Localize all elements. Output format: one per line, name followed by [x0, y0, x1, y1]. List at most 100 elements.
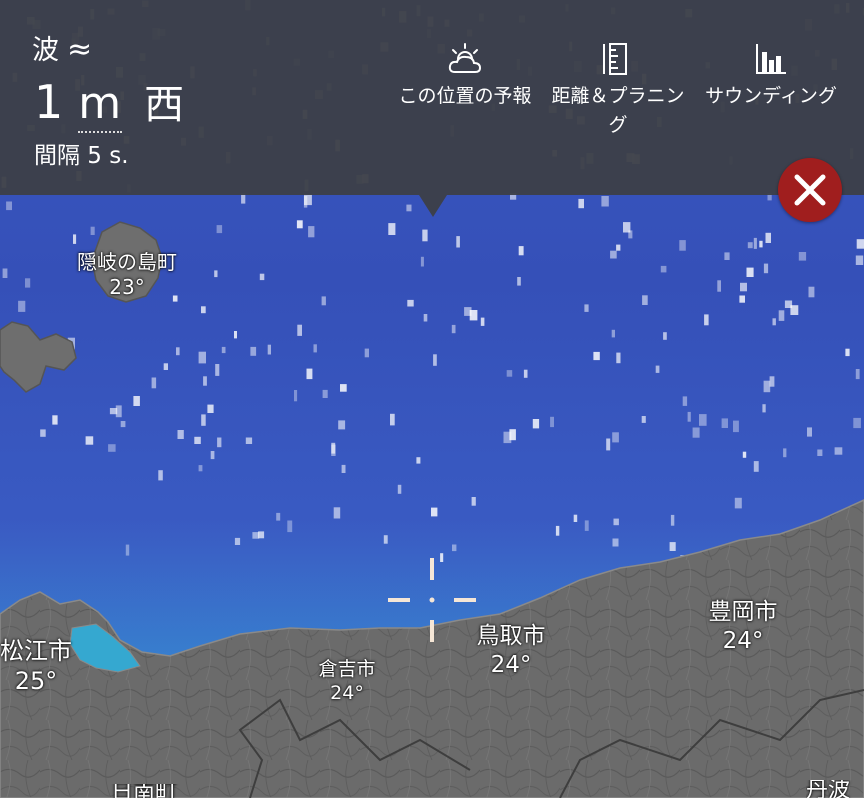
forecast-for-location-button[interactable]: この位置の予報 — [390, 42, 540, 111]
city-oki[interactable]: 隠岐の島町 23° — [62, 250, 192, 300]
wave-particle — [610, 250, 617, 259]
city-temp: 24° — [330, 681, 364, 704]
bar-chart-icon — [756, 44, 786, 74]
wave-particle — [613, 518, 619, 526]
wave-particle — [85, 436, 94, 445]
city-nichinan[interactable]: 日南町 — [96, 784, 192, 798]
wave-particle — [158, 470, 163, 481]
wave-particle — [452, 544, 457, 552]
wave-particle — [784, 300, 793, 308]
wave-particle — [606, 438, 611, 451]
wave-particle — [267, 344, 271, 355]
city-temp: 24° — [722, 627, 764, 654]
wave-particle — [383, 535, 388, 544]
wave-particle — [388, 223, 396, 235]
wave-particle — [176, 347, 180, 356]
wave-particle — [6, 201, 12, 211]
city-toyooka[interactable]: 豊岡市 24° — [688, 598, 798, 656]
wave-particle — [390, 413, 395, 426]
wave-particle — [642, 295, 648, 305]
wave-particle — [717, 280, 721, 292]
wave-particle — [331, 444, 336, 456]
wave-particle — [294, 390, 298, 402]
wave-particle — [628, 230, 633, 239]
wave-particle — [163, 363, 168, 370]
wave-particle — [601, 196, 609, 207]
wave-particle — [416, 457, 421, 464]
wave-particle — [177, 430, 184, 439]
partly-cloudy-icon — [448, 43, 482, 73]
city-matsue[interactable]: 松江市 25° — [0, 636, 84, 696]
city-name: 倉吉市 — [318, 658, 376, 680]
wave-particle — [216, 225, 223, 234]
wave-particle — [704, 314, 709, 326]
forecast-label: この位置の予報 — [398, 85, 532, 107]
wave-particle — [217, 437, 222, 448]
wave-particle — [308, 226, 315, 238]
wave-particle — [306, 368, 313, 380]
wave-particle — [151, 377, 157, 389]
wave-direction: 西 — [144, 82, 186, 128]
wave-particle — [692, 427, 700, 438]
city-name: 鳥取市 — [476, 623, 546, 649]
wave-particle — [641, 416, 646, 423]
wave-particle — [532, 419, 540, 429]
wave-particle — [52, 415, 58, 425]
wave-particle — [724, 252, 730, 260]
sounding-button[interactable]: サウンディング — [696, 42, 846, 111]
wave-particle — [855, 255, 864, 265]
wave-particle — [296, 220, 303, 229]
panel-pointer — [419, 195, 447, 217]
wave-particle — [742, 451, 747, 458]
distance-planning-button[interactable]: 距離＆プラニング — [543, 42, 693, 140]
wave-particle — [817, 449, 823, 456]
city-name: 松江市 — [0, 637, 72, 665]
wave-particle — [523, 369, 528, 378]
wave-particle — [753, 461, 759, 472]
city-tottori[interactable]: 鳥取市 24° — [456, 622, 566, 680]
wave-particle — [431, 507, 438, 517]
wave-particle — [252, 532, 260, 539]
wave-particle — [550, 416, 554, 428]
wave-height-readout: 1m西 — [34, 72, 186, 133]
wave-particle — [555, 525, 560, 536]
layer-title: 波 ≈ — [32, 28, 92, 67]
city-name: 隠岐の島町 — [77, 250, 177, 274]
wave-particle — [297, 324, 302, 336]
wave-particle — [422, 229, 428, 242]
wave-particle — [201, 306, 206, 314]
point-info-panel: 波 ≈ 1m西 間隔 5 s. この位置の予報 距離＆プラニング サウンディング — [0, 0, 864, 195]
city-temp: 23° — [109, 275, 145, 299]
wave-particle — [259, 273, 265, 281]
wave-particle — [115, 405, 122, 418]
city-tamba[interactable]: 丹波 — [806, 780, 864, 798]
distance-label: 距離＆プラニング — [551, 85, 685, 136]
wave-particle — [807, 427, 812, 437]
wave-particle — [440, 553, 444, 562]
wave-particle — [655, 365, 660, 373]
wave-particle — [120, 421, 126, 428]
wave-particle — [762, 404, 766, 413]
city-kurayoshi[interactable]: 倉吉市 24° — [298, 658, 396, 706]
layer-name: 波 — [32, 35, 59, 66]
wave-particle — [593, 351, 600, 361]
wave-particle — [612, 432, 619, 443]
wave-particle — [660, 265, 667, 273]
wave-particle — [670, 514, 675, 526]
wave-particle — [201, 414, 206, 426]
wave-particle — [287, 520, 293, 533]
wave-particle — [578, 198, 584, 209]
close-button[interactable] — [778, 158, 842, 222]
wave-particle — [769, 376, 775, 387]
wave-particle — [234, 537, 241, 545]
wave-particle — [108, 444, 116, 452]
wave-particle — [133, 396, 140, 406]
wave-particle — [250, 346, 257, 356]
wave-particle — [276, 512, 281, 521]
wave-particle — [420, 256, 424, 267]
wave-unit-toggle[interactable]: m — [78, 78, 123, 133]
wave-particle — [40, 429, 46, 437]
wave-particle — [397, 484, 402, 494]
wave-particle — [198, 465, 203, 472]
wave-particle — [214, 270, 218, 278]
